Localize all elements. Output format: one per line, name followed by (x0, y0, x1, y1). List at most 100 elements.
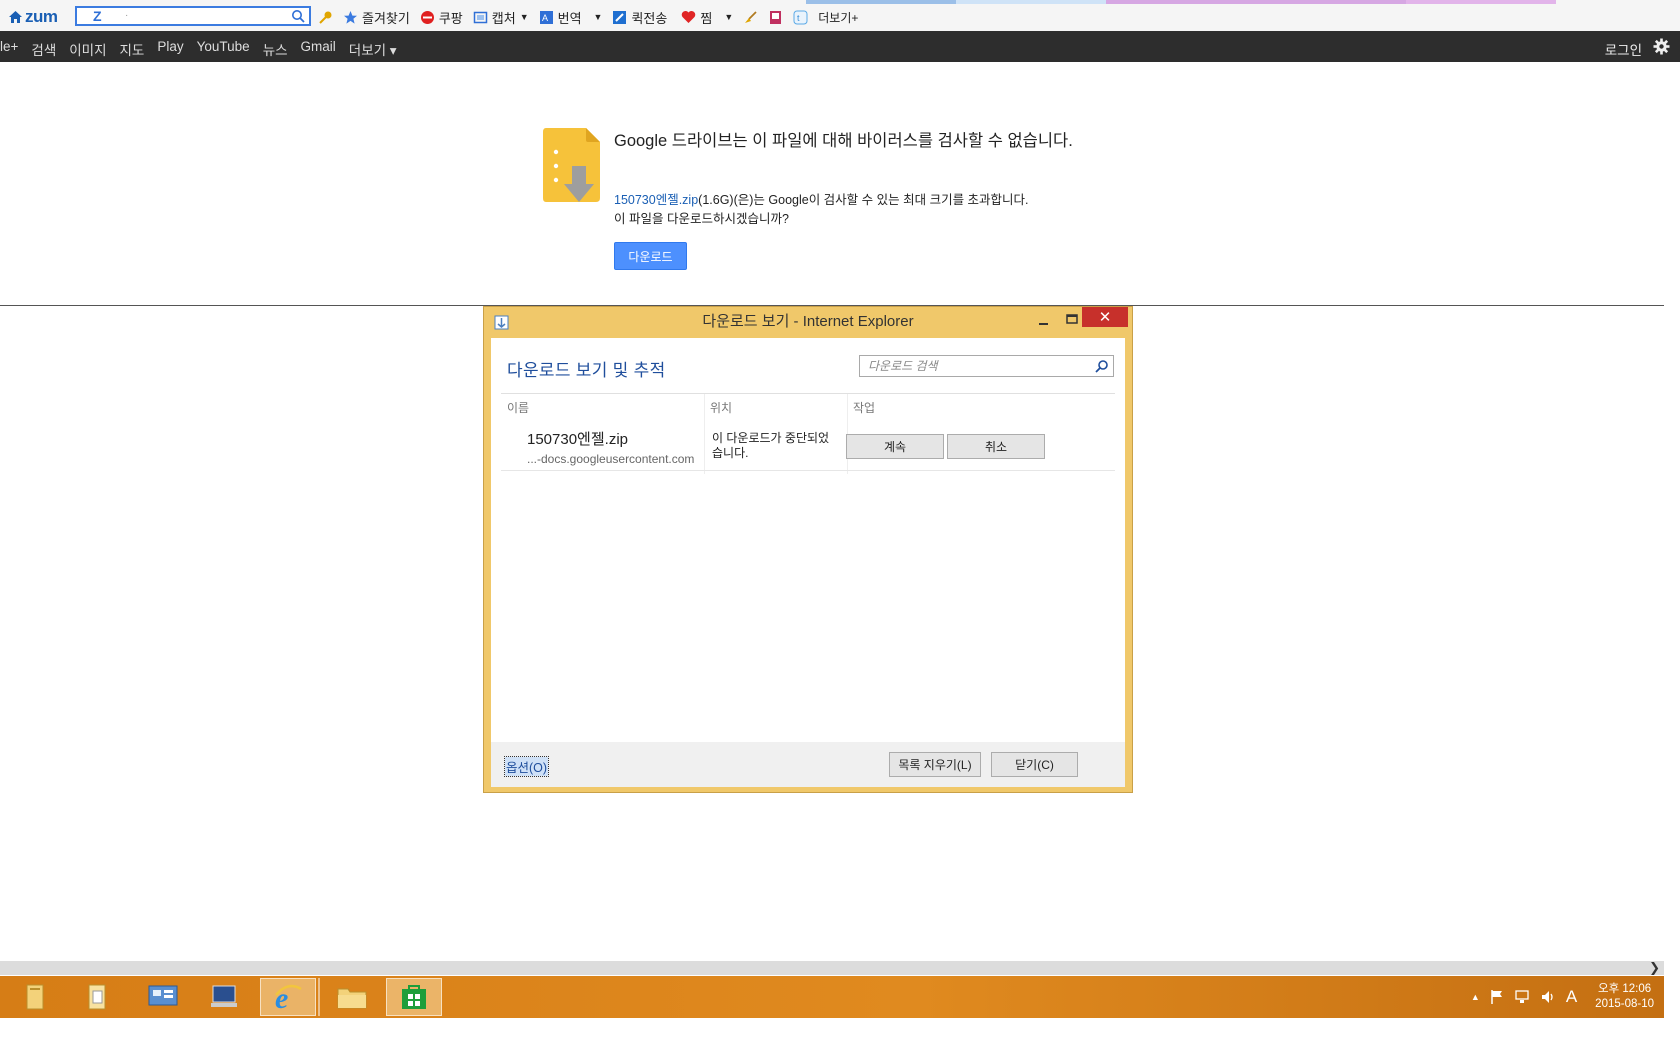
dialog-body: 다운로드 보기 및 추적 다운로드 검색 이름 위치 작업 150730엔젤.z… (491, 338, 1125, 787)
google-nav-links: le+ 검색 이미지 지도 Play YouTube 뉴스 Gmail 더보기 … (0, 39, 397, 59)
browser-tab-strip (806, 0, 1666, 4)
taskbar-separator (318, 978, 320, 1016)
minimize-icon[interactable] (1033, 312, 1055, 330)
system-tray: ▲ A 오후 12:06 2015-08-10 (1471, 976, 1654, 1018)
download-dialog: 다운로드 보기 - Internet Explorer ✕ 다운로드 보기 및 … (483, 306, 1133, 793)
translate-tool[interactable]: A 번역 ▼ (539, 8, 603, 27)
column-header-location: 위치 (710, 401, 733, 415)
login-link[interactable]: 로그인 (1605, 39, 1642, 59)
column-header-name: 이름 (507, 401, 530, 415)
book-icon (770, 10, 782, 24)
home-icon (9, 11, 22, 23)
download-search-input[interactable]: 다운로드 검색 (859, 355, 1114, 377)
quick-send-icon (613, 10, 627, 24)
key-tool[interactable] (318, 10, 333, 25)
taskbar-item-control-panel[interactable] (135, 978, 191, 1016)
gbar-link-search[interactable]: 검색 (31, 39, 56, 59)
gbar-link-plus[interactable]: le+ (0, 39, 18, 59)
download-status: 이 다운로드가 중단되었습니다. (712, 431, 830, 460)
cancel-download-button[interactable]: 취소 (947, 434, 1045, 459)
resume-button[interactable]: 계속 (846, 434, 944, 459)
taskbar-item-explorer-folder[interactable] (324, 978, 380, 1016)
warning-title: Google 드라이브는 이 파일에 대해 바이러스를 검사할 수 없습니다. (614, 132, 1073, 150)
download-anyway-button[interactable]: 다운로드 (614, 242, 687, 270)
coupang-label: 쿠팡 (438, 10, 463, 26)
capture-tool[interactable]: 캡처 ▼ (473, 8, 529, 27)
dialog-heading: 다운로드 보기 및 추적 (507, 361, 666, 380)
zum-search-input[interactable]: Z · (75, 6, 311, 26)
taskbar-item-internet-explorer[interactable]: e (260, 978, 316, 1016)
capture-label: 캡처 (491, 10, 516, 26)
quick-send-label: 퀵전송 (631, 10, 668, 26)
translate-icon: A (539, 10, 553, 24)
taskbar-item-documents[interactable] (70, 978, 126, 1016)
search-icon[interactable] (291, 9, 305, 23)
zum-logo[interactable]: zum (8, 7, 58, 27)
close-icon[interactable]: ✕ (1082, 307, 1128, 327)
gbar-link-play[interactable]: Play (157, 39, 183, 59)
coupang-tool[interactable]: 쿠팡 (420, 8, 463, 27)
drive-file-download-icon (543, 128, 600, 202)
dialog-footer: 옵션(O) 목록 지우기(L) 닫기(C) (491, 742, 1125, 787)
star-icon (344, 10, 357, 24)
taskbar-item-store[interactable] (386, 978, 442, 1016)
gear-icon[interactable] (1653, 38, 1670, 55)
capture-icon (473, 11, 488, 23)
horizontal-scrollbar[interactable]: ❯ (0, 961, 1664, 975)
gbar-link-gmail[interactable]: Gmail (301, 39, 336, 59)
scroll-right-icon[interactable]: ❯ (1649, 961, 1660, 975)
gbar-link-youtube[interactable]: YouTube (197, 39, 250, 59)
favorites-tool[interactable]: 즐겨찾기 (343, 8, 410, 27)
key-icon (319, 11, 332, 24)
zum-tool-list: 즐겨찾기 쿠팡 캡처 ▼ A 번역 ▼ 퀵전송 찜 ▼ t 더보기+ (318, 8, 858, 26)
network-icon[interactable] (1514, 989, 1530, 1005)
quick-send-tool[interactable]: 퀵전송 (612, 8, 667, 27)
flag-icon[interactable] (1490, 989, 1504, 1005)
download-source: ...-docs.googleusercontent.com (527, 452, 695, 466)
close-dialog-button[interactable]: 닫기(C) (991, 752, 1078, 777)
zum-logo-text: zum (25, 7, 58, 26)
gbar-link-news[interactable]: 뉴스 (263, 39, 288, 59)
broom-tool[interactable] (743, 10, 758, 25)
clear-list-button[interactable]: 목록 지우기(L) (889, 752, 981, 777)
internet-explorer-icon: e (275, 982, 302, 1013)
maximize-icon[interactable] (1061, 310, 1083, 328)
taskbar-clock[interactable]: 오후 12:06 2015-08-10 (1595, 982, 1654, 1012)
wishlist-tool[interactable]: 찜 ▼ (681, 8, 733, 27)
twitter-tool[interactable]: t (793, 10, 808, 25)
zum-toolbar: zum Z · 즐겨찾기 쿠팡 캡처 ▼ A 번역 ▼ 퀵전송 찜 ▼ t 더보… (0, 0, 1680, 34)
column-divider (704, 394, 705, 474)
gbar-link-more[interactable]: 더보기 ▾ (349, 39, 397, 59)
warning-description: 150730엔젤.zip(1.6G)(은)는 Google이 검사할 수 있는 … (614, 191, 1094, 229)
chevron-down-icon[interactable]: ▼ (724, 12, 733, 22)
taskbar-item-file-explorer[interactable] (8, 978, 64, 1016)
zum-search-value: · (125, 10, 129, 21)
chevron-down-icon[interactable]: ▼ (594, 12, 603, 22)
gbar-link-maps[interactable]: 지도 (120, 39, 145, 59)
book-tool[interactable] (768, 10, 783, 25)
chevron-down-icon[interactable]: ▼ (520, 12, 529, 22)
folder-icon (26, 984, 44, 1010)
broom-icon (745, 10, 757, 23)
store-icon (402, 985, 426, 1009)
svg-text:A: A (542, 13, 548, 23)
ime-indicator[interactable]: A (1566, 987, 1577, 1007)
windows-taskbar: e ▲ A 오후 12:06 2015-08-10 (0, 976, 1664, 1018)
warning-file-link[interactable]: 150730엔젤.zip (614, 193, 698, 207)
taskbar-item-computer[interactable] (197, 978, 253, 1016)
clock-time: 오후 12:06 (1598, 983, 1652, 995)
search-icon[interactable] (1095, 359, 1109, 373)
more-tools[interactable]: 더보기+ (818, 9, 858, 26)
clock-date: 2015-08-10 (1595, 998, 1654, 1010)
options-link[interactable]: 옵션(O) (503, 756, 550, 777)
favorites-label: 즐겨찾기 (362, 10, 410, 26)
download-search-placeholder: 다운로드 검색 (868, 359, 938, 373)
computer-icon (211, 985, 237, 1007)
show-hidden-icons-icon[interactable]: ▲ (1471, 992, 1480, 1002)
twitter-icon: t (793, 10, 808, 24)
volume-icon[interactable] (1540, 989, 1556, 1005)
wishlist-label: 찜 (700, 10, 713, 26)
gbar-link-images[interactable]: 이미지 (69, 39, 106, 59)
document-folder-icon (88, 984, 106, 1010)
folder-icon (337, 988, 367, 1009)
